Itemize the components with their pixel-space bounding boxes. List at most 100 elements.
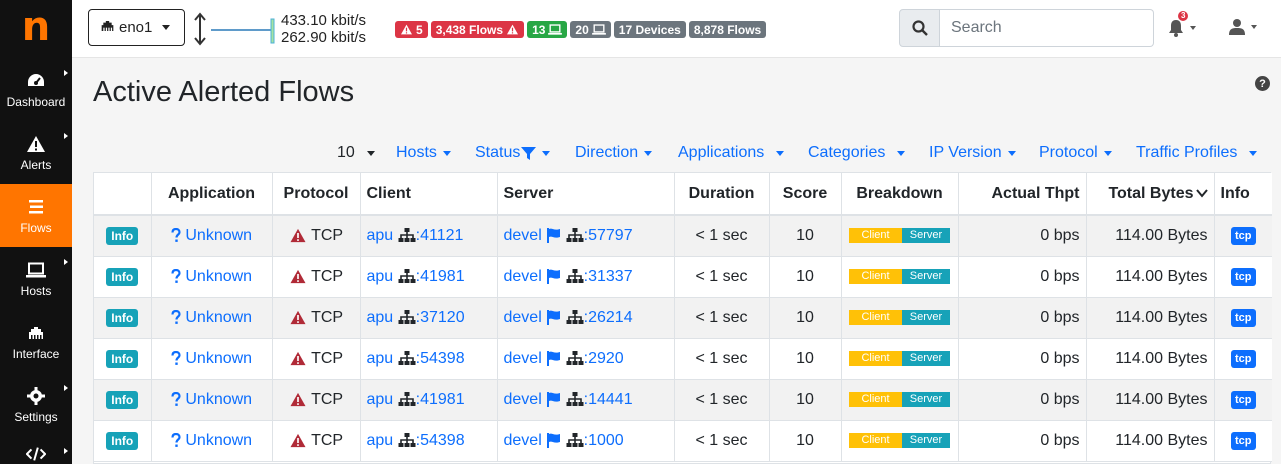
- caret-down-icon: [366, 150, 375, 156]
- client-host-link[interactable]: apu: [367, 391, 394, 408]
- client-host-link[interactable]: apu: [367, 227, 394, 244]
- filter-hosts[interactable]: Hosts: [396, 144, 451, 162]
- column-header-server[interactable]: Server: [497, 173, 675, 216]
- client-port-link[interactable]: :41981: [416, 391, 465, 408]
- filter-applications[interactable]: Applications: [678, 144, 785, 162]
- server-host-link[interactable]: devel: [504, 391, 542, 408]
- alerted-flows-badge[interactable]: 3,438 Flows: [430, 21, 525, 38]
- info-button[interactable]: Info: [106, 390, 139, 409]
- sidebar-item-interface[interactable]: Interface: [0, 310, 72, 373]
- user-icon: [1229, 19, 1245, 35]
- protocol-badge[interactable]: tcp: [1231, 432, 1256, 450]
- client-port-link[interactable]: :37120: [416, 309, 465, 326]
- breakdown-bar: Client Server: [849, 350, 950, 366]
- client-host-link[interactable]: apu: [367, 309, 394, 326]
- breakdown-cell: Client Server: [841, 420, 959, 462]
- application-link[interactable]: Unknown: [171, 432, 252, 449]
- server-port-link[interactable]: :14441: [584, 391, 633, 408]
- filter-status[interactable]: Status: [475, 144, 551, 162]
- sidebar-item-alerts[interactable]: Alerts: [0, 121, 72, 184]
- devices-badge[interactable]: 17 Devices: [613, 21, 686, 38]
- breakdown-bar: Client Server: [849, 391, 950, 407]
- score-cell: 10: [769, 215, 842, 257]
- server-port-link[interactable]: :2920: [584, 350, 624, 367]
- network-icon: [566, 350, 584, 365]
- column-header-application[interactable]: Application: [151, 173, 273, 216]
- protocol-badge[interactable]: tcp: [1231, 227, 1256, 246]
- protocol-cell: TCP: [272, 256, 361, 298]
- table-row: Info Unknown TCP apu :37120 devel :26214…: [94, 297, 1272, 339]
- network-icon: [398, 309, 416, 324]
- user-menu-button[interactable]: [1229, 17, 1263, 39]
- laptop-icon: [26, 260, 46, 280]
- search-input[interactable]: [940, 9, 1154, 47]
- server-host-link[interactable]: devel: [504, 268, 542, 285]
- info-button[interactable]: Info: [106, 267, 139, 286]
- column-header-client[interactable]: Client: [360, 173, 498, 216]
- application-link[interactable]: Unknown: [171, 391, 252, 408]
- info-button[interactable]: Info: [106, 349, 139, 368]
- client-host-link[interactable]: apu: [367, 268, 394, 285]
- filter-ip-version[interactable]: IP Version: [929, 144, 1016, 162]
- filter-protocol[interactable]: Protocol: [1039, 144, 1112, 162]
- sidebar-item-hosts[interactable]: Hosts: [0, 247, 72, 310]
- help-icon[interactable]: ?: [1255, 76, 1270, 91]
- client-host-link[interactable]: apu: [367, 350, 394, 367]
- protocol-badge[interactable]: tcp: [1231, 350, 1256, 368]
- sidebar-item-developer[interactable]: [0, 436, 72, 464]
- sidebar-item-dashboard[interactable]: Dashboard: [0, 58, 72, 121]
- column-header-actual-thpt[interactable]: Actual Thpt: [958, 173, 1087, 216]
- column-header-duration[interactable]: Duration: [674, 173, 770, 216]
- column-header-total-bytes[interactable]: Total Bytes: [1086, 173, 1215, 216]
- application-link[interactable]: Unknown: [171, 268, 252, 285]
- total-bytes-cell: 114.00 Bytes: [1086, 215, 1215, 257]
- warning-icon: [26, 134, 46, 154]
- stream-icon: [26, 197, 46, 217]
- client-host-link[interactable]: apu: [367, 432, 394, 449]
- server-host-link[interactable]: devel: [504, 227, 542, 244]
- server-host-link[interactable]: devel: [504, 309, 542, 326]
- per-page-dropdown[interactable]: 10: [337, 144, 375, 162]
- application-link[interactable]: Unknown: [171, 350, 252, 367]
- server-host-link[interactable]: devel: [504, 432, 542, 449]
- ntopng-logo[interactable]: n: [0, 0, 72, 58]
- alerts-badge[interactable]: 5: [395, 21, 428, 38]
- server-host-link[interactable]: devel: [504, 350, 542, 367]
- caret-down-icon: [162, 25, 171, 30]
- breakdown-server: Server: [902, 228, 950, 244]
- filter-direction[interactable]: Direction: [575, 144, 653, 162]
- local-hosts-badge[interactable]: 13: [527, 21, 568, 38]
- page-title: Active Alerted Flows: [93, 76, 355, 108]
- client-port-link[interactable]: :41121: [416, 227, 464, 244]
- gauge-icon: [26, 71, 46, 91]
- server-port-link[interactable]: :26214: [584, 309, 633, 326]
- protocol-badge[interactable]: tcp: [1231, 268, 1256, 286]
- client-port-link[interactable]: :41981: [416, 268, 465, 285]
- flows-badge[interactable]: 8,878 Flows: [688, 21, 767, 38]
- protocol-badge[interactable]: tcp: [1231, 391, 1256, 409]
- client-port-link[interactable]: :54398: [416, 350, 465, 367]
- server-port-link[interactable]: :57797: [584, 227, 633, 244]
- sidebar-item-flows[interactable]: Flows: [0, 184, 72, 247]
- application-link[interactable]: Unknown: [171, 309, 252, 326]
- info-button[interactable]: Info: [106, 431, 139, 450]
- column-header-score[interactable]: Score: [769, 173, 842, 216]
- sidebar-item-settings[interactable]: Settings: [0, 373, 72, 436]
- code-icon: [26, 444, 46, 464]
- server-cell: devel :57797: [497, 215, 675, 257]
- client-port-link[interactable]: :54398: [416, 432, 465, 449]
- server-port-link[interactable]: :1000: [584, 432, 624, 449]
- column-header-protocol[interactable]: Protocol: [272, 173, 361, 216]
- notifications-button[interactable]: [1168, 18, 1202, 40]
- filter-categories[interactable]: Categories: [808, 144, 906, 162]
- info-button[interactable]: Info: [106, 226, 139, 245]
- search-button[interactable]: [899, 9, 940, 47]
- server-port-link[interactable]: :31337: [584, 268, 633, 285]
- info-button[interactable]: Info: [106, 308, 139, 327]
- protocol-badge[interactable]: tcp: [1231, 309, 1256, 327]
- remote-hosts-badge[interactable]: 20: [570, 21, 611, 38]
- interface-selector[interactable]: eno1: [88, 9, 185, 46]
- application-link[interactable]: Unknown: [171, 227, 252, 244]
- filter-traffic-profiles[interactable]: Traffic Profiles: [1136, 144, 1258, 162]
- sidebar: n Dashboard Alerts Flows Hosts Interface: [0, 0, 72, 464]
